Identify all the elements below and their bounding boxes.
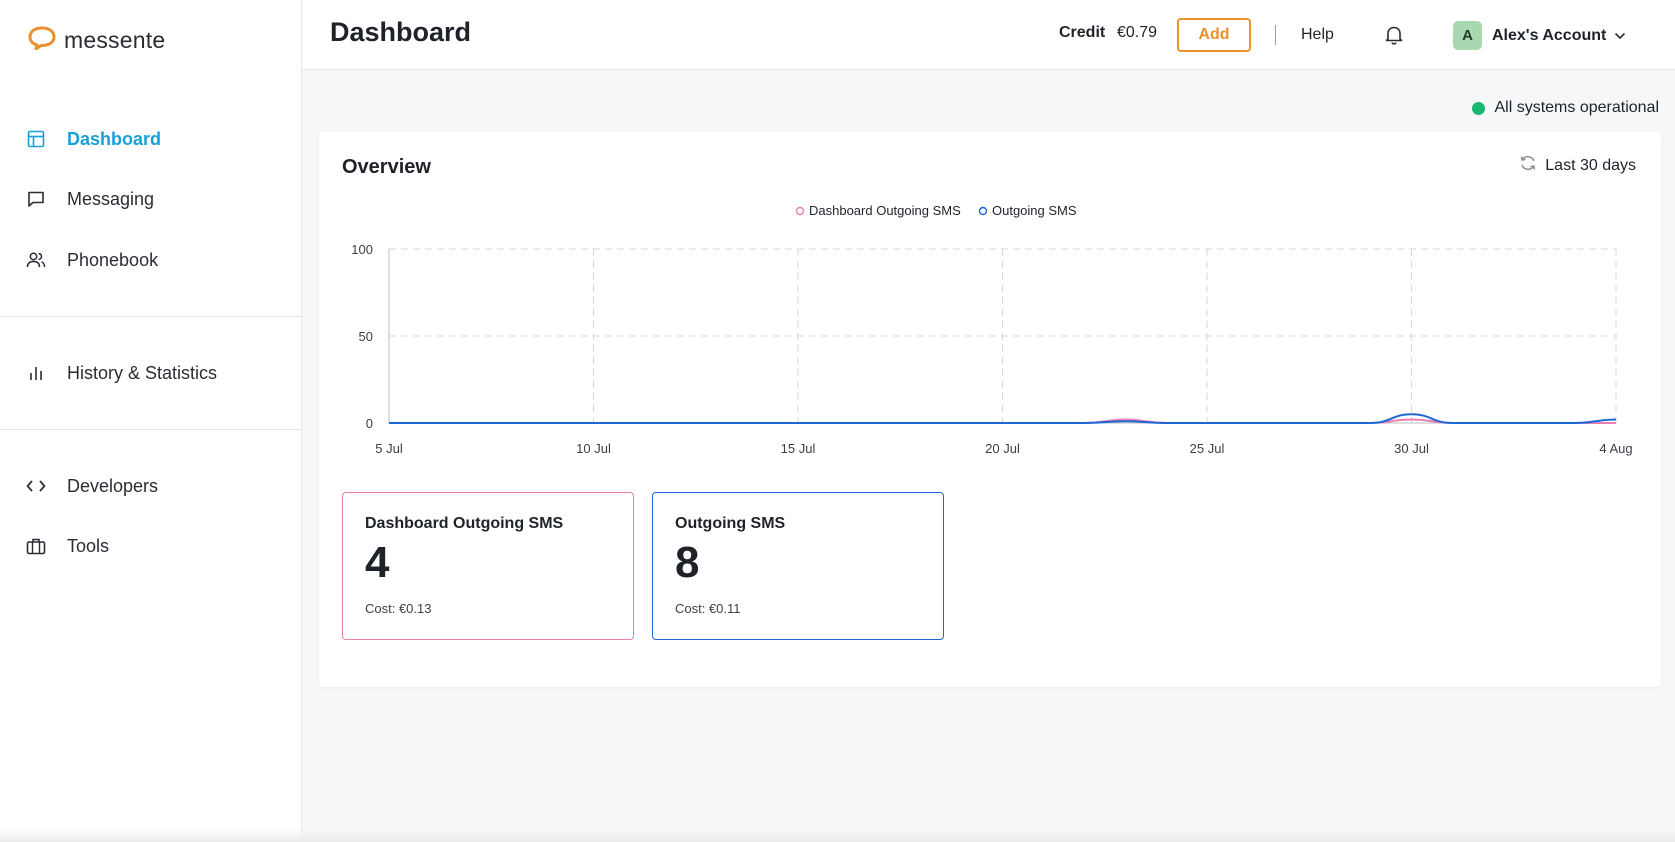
x-tick-label: 25 Jul [1190, 441, 1225, 456]
add-credit-button[interactable]: Add [1177, 18, 1251, 52]
bell-icon[interactable] [1384, 24, 1404, 51]
legend-marker [978, 206, 988, 216]
help-link[interactable]: Help [1301, 26, 1334, 44]
account-name: Alex's Account [1492, 26, 1607, 44]
logo-text: messente [64, 27, 166, 53]
logo[interactable]: messente [28, 26, 165, 55]
credit-value: €0.79 [1117, 24, 1158, 41]
legend-marker [795, 206, 805, 216]
sidebar-item-phonebook[interactable]: Phonebook [0, 239, 301, 281]
x-tick-label: 10 Jul [576, 441, 611, 456]
sidebar-item-tools[interactable]: Tools [0, 525, 301, 567]
header-divider [1275, 25, 1276, 45]
sidebar-item-label: Tools [67, 535, 110, 556]
x-tick-label: 15 Jul [781, 441, 816, 456]
stat-cost: Cost: €0.11 [675, 601, 741, 616]
chat-icon [26, 189, 46, 209]
sidebar-item-developers[interactable]: Developers [0, 465, 301, 507]
status-text: All systems operational [1494, 99, 1659, 116]
avatar: A [1453, 21, 1482, 50]
sidebar-item-label: Phonebook [67, 249, 159, 270]
top-header: Dashboard Credit €0.79 Add Help A Alex's… [302, 0, 1675, 70]
sidebar-item-messaging[interactable]: Messaging [0, 178, 301, 220]
x-tick-label: 5 Jul [375, 441, 403, 456]
status-dot [1472, 101, 1486, 115]
layout-icon [26, 129, 46, 149]
code-icon [26, 476, 46, 496]
stat-card-dashboard-outgoing-sms[interactable]: Dashboard Outgoing SMS 4 Cost: €0.13 [342, 492, 634, 640]
sidebar-item-label: Dashboard [67, 128, 162, 149]
sidebar: messente Dashboard Messaging Phonebook H… [0, 0, 302, 842]
x-tick-label: 30 Jul [1394, 441, 1429, 456]
briefcase-icon [26, 536, 46, 556]
sidebar-divider [0, 316, 301, 317]
stat-value: 8 [675, 538, 700, 587]
stat-title: Outgoing SMS [675, 515, 786, 532]
y-tick-label: 0 [366, 416, 373, 431]
account-menu[interactable]: A Alex's Account [1453, 21, 1626, 50]
system-status: All systems operational [1472, 99, 1659, 117]
page-title: Dashboard [330, 17, 472, 47]
stat-cost: Cost: €0.13 [365, 601, 432, 616]
chevron-down-icon [1614, 27, 1626, 45]
sidebar-item-label: History & Statistics [67, 362, 218, 383]
sidebar-item-dashboard[interactable]: Dashboard [0, 118, 301, 160]
sidebar-divider [0, 429, 301, 430]
sidebar-item-history-statistics[interactable]: History & Statistics [0, 352, 301, 394]
x-tick-label: 20 Jul [985, 441, 1020, 456]
stat-title: Dashboard Outgoing SMS [365, 515, 564, 532]
bar-chart-icon [26, 363, 46, 383]
sidebar-item-label: Messaging [67, 188, 155, 209]
bottom-shadow [0, 828, 1675, 842]
x-tick-label: 4 Aug [1599, 441, 1632, 456]
legend-label: Dashboard Outgoing SMS [809, 203, 961, 218]
legend-label: Outgoing SMS [992, 203, 1077, 218]
overview-chart: 0 50 100 5 Jul 10 Jul 15 Jul 20 Jul 25 Jul 30 Ju… [351, 203, 1632, 456]
stat-card-outgoing-sms[interactable]: Outgoing SMS 8 Cost: €0.11 [652, 492, 944, 640]
y-tick-label: 100 [351, 242, 373, 257]
stat-value: 4 [365, 538, 390, 587]
messente-logo-icon [28, 26, 56, 55]
overview-card: Overview Last 30 days 0 50 100 5 Jul 10 Jul 1… [319, 132, 1661, 687]
users-icon [26, 250, 46, 270]
sidebar-item-label: Developers [67, 475, 159, 496]
y-tick-label: 50 [359, 329, 373, 344]
credit-label: Credit [1059, 24, 1106, 41]
